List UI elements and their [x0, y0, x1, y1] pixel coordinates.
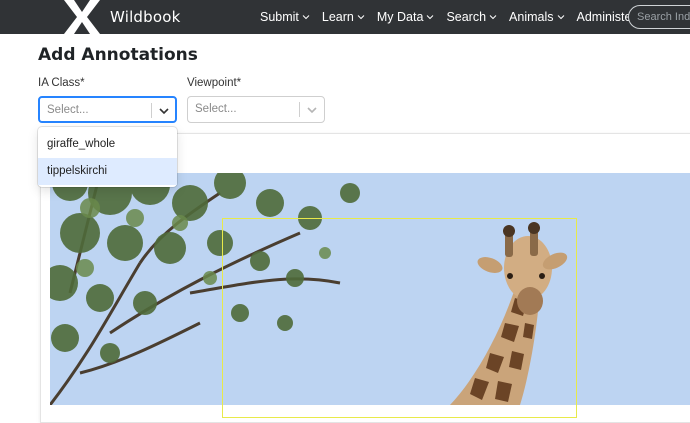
nav-search[interactable]: Search — [446, 10, 497, 24]
ia-class-option-tippelskirchi[interactable]: tippelskirchi — [38, 158, 177, 185]
nav-animals-label: Animals — [509, 10, 554, 24]
chevron-down-icon[interactable] — [306, 104, 318, 116]
chevron-down-icon — [489, 15, 497, 20]
ia-class-option-giraffe-whole[interactable]: giraffe_whole — [38, 131, 177, 158]
chevron-down-icon — [302, 15, 310, 20]
nav-learn-label: Learn — [321, 10, 354, 24]
giraffe-photo[interactable] — [50, 173, 690, 405]
nav-submit-label: Submit — [260, 10, 299, 24]
search-placeholder: Search Individuals — [637, 11, 690, 23]
nav-my-data[interactable]: My Data — [377, 10, 435, 24]
viewpoint-select[interactable]: Select... — [187, 96, 325, 123]
chevron-down-icon[interactable] — [158, 105, 170, 117]
viewpoint-label: Viewpoint* — [187, 77, 242, 89]
nav-menu: Submit Learn My Data Search Animals Admi… — [260, 0, 659, 34]
brand-name[interactable]: Wildbook — [110, 8, 181, 26]
ia-class-label: IA Class* — [38, 77, 85, 89]
nav-submit[interactable]: Submit — [260, 10, 310, 24]
nav-learn[interactable]: Learn — [322, 10, 365, 24]
ia-class-select[interactable]: Select... — [38, 96, 177, 123]
nav-my-data-label: My Data — [376, 10, 424, 24]
chevron-down-icon — [427, 15, 434, 20]
viewpoint-placeholder: Select... — [195, 103, 237, 115]
chevron-down-icon — [557, 15, 564, 20]
ia-class-menu: giraffe_whole tippelskirchi — [38, 127, 177, 187]
top-navbar: Wildbook Submit Learn My Data Search Ani… — [0, 0, 690, 34]
search-input[interactable]: Search Individuals — [628, 5, 690, 29]
wildbook-logo-icon[interactable] — [62, 0, 102, 34]
ia-class-placeholder: Select... — [47, 104, 89, 116]
nav-animals[interactable]: Animals — [509, 10, 564, 24]
select-separator — [299, 102, 300, 117]
nav-search-label: Search — [446, 10, 487, 24]
chevron-down-icon — [357, 15, 365, 20]
select-separator — [151, 103, 152, 118]
nav-administer-label: Administer — [576, 10, 636, 24]
page-title: Add Annotations — [38, 45, 198, 65]
